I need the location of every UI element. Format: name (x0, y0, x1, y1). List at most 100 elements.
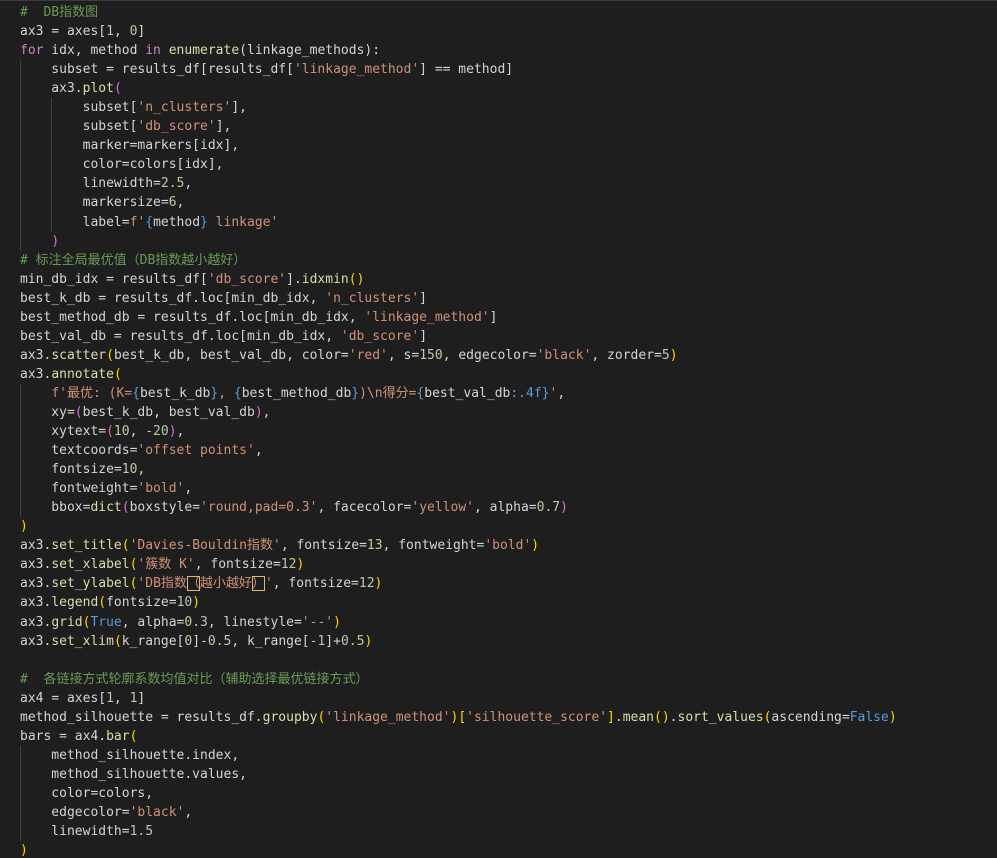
code-token: -1 (309, 633, 326, 649)
code-line[interactable]: # 标注全局最优值（DB指数越小越好） (20, 251, 897, 270)
code-token: ], (231, 100, 247, 116)
code-token: ( (74, 404, 83, 420)
code-token: , fontsize= (194, 557, 281, 573)
code-line[interactable]: ax3.set_ylabel('DB指数（越小越好）', fontsize=12… (20, 574, 897, 593)
code-line[interactable]: bbox=dict(boxstyle='round,pad=0.3', face… (20, 498, 897, 518)
indent-guide (20, 98, 21, 118)
code-line[interactable]: fontweight='bold', (20, 479, 897, 499)
code-line[interactable]: ) (20, 231, 897, 251)
code-token: , (557, 385, 566, 401)
code-line[interactable]: best_val_db = results_df.loc[min_db_idx,… (20, 327, 897, 346)
code-line[interactable]: xy=(best_k_db, best_val_db), (20, 402, 897, 423)
code-token: 'bold' (484, 538, 532, 554)
code-line[interactable]: ax3 = axes[1, 0] (20, 22, 897, 41)
code-line[interactable] (20, 651, 897, 670)
code-line[interactable]: color=colors[idx], (20, 155, 897, 175)
code-token: marker=markers[idx], (20, 138, 240, 154)
code-line[interactable]: method_silhouette.index, (20, 745, 897, 765)
indent-guide (20, 136, 21, 156)
code-line[interactable]: label=f'{method} linkage' (20, 212, 897, 232)
code-token: f' (129, 214, 146, 230)
code-token: ) (374, 576, 383, 592)
code-token: 'bold' (137, 481, 185, 497)
code-line[interactable]: ax3.set_title('Davies-Bouldin指数', fontsi… (20, 536, 897, 555)
code-token: f'最优: (K= (51, 385, 133, 401)
code-token: { (233, 385, 242, 401)
code-token: { (132, 385, 140, 401)
code-token: ascending= (771, 709, 850, 725)
code-token: , fontsize= (280, 538, 367, 554)
code-line[interactable]: subset['n_clusters'], (20, 98, 897, 118)
code-line[interactable]: best_k_db = results_df.loc[min_db_idx, '… (20, 289, 897, 308)
code-line[interactable]: xytext=(10, -20), (20, 422, 897, 442)
code-line[interactable]: best_method_db = results_df.loc[min_db_i… (20, 308, 897, 327)
code-line[interactable]: min_db_idx = results_df['db_score'].idxm… (20, 270, 897, 289)
code-line[interactable]: markersize=6, (20, 193, 897, 213)
code-token: , (262, 404, 271, 420)
code-token: linkage' (207, 214, 279, 230)
code-line[interactable]: linewidth=2.5, (20, 174, 897, 194)
code-line[interactable]: edgecolor='black', (20, 802, 897, 823)
code-token: bar (106, 728, 130, 744)
code-token: ( (129, 728, 138, 744)
code-line[interactable]: bars = ax4.bar( (20, 727, 897, 746)
code-token: (linkage_methods): (239, 43, 381, 59)
code-line[interactable]: subset['db_score'], (20, 117, 897, 137)
code-token: () (348, 271, 365, 287)
code-token: ( (113, 366, 122, 382)
code-area[interactable]: # DB指数图 ax3 = axes[1, 0] for idx, method i… (20, 3, 897, 858)
code-line[interactable]: textcoords='offset points', (20, 441, 897, 461)
code-token: ) (560, 500, 568, 516)
code-token: textcoords= (20, 443, 138, 459)
code-line[interactable]: ax3.legend(fontsize=10) (20, 593, 897, 612)
indent-guide (20, 822, 21, 842)
code-line[interactable]: ax3.plot( (20, 79, 897, 99)
code-token: 越小越好 (199, 576, 252, 592)
code-token: ) (333, 614, 341, 630)
code-token: , fontsize= (272, 576, 359, 592)
indent-guide (20, 212, 21, 232)
indent-guide (51, 212, 53, 232)
code-line[interactable]: # 各链接方式轮廓系数均值对比（辅助选择最优链接方式） (20, 670, 897, 689)
code-line[interactable]: ax3.scatter(best_k_db, best_val_db, colo… (20, 346, 897, 365)
code-token: 'db_score' (207, 271, 287, 287)
indent-guide (20, 231, 21, 251)
code-line[interactable]: ax4 = axes[1, 1] (20, 689, 897, 708)
code-line[interactable]: method_silhouette = results_df.groupby('… (20, 708, 897, 727)
code-line[interactable]: ax3.set_xlabel('簇数 K', fontsize=12) (20, 555, 897, 574)
code-token: , (129, 424, 146, 440)
code-token: ax3. (20, 557, 52, 573)
code-token: best_method_db (241, 385, 352, 401)
code-token: 'black' (129, 804, 185, 820)
code-token: ax3. (20, 633, 52, 649)
code-editor[interactable]: # DB指数图 ax3 = axes[1, 0] for idx, method i… (0, 0, 997, 858)
code-token: bars = ax4. (20, 728, 107, 744)
code-line[interactable]: # DB指数图 (20, 3, 897, 22)
code-line[interactable]: subset = results_df[results_df['linkage_… (20, 60, 897, 80)
code-line[interactable]: f'最优: (K={best_k_db}, {best_method_db})\… (20, 383, 897, 403)
code-line[interactable]: marker=markers[idx], (20, 136, 897, 156)
code-line[interactable]: for idx, method in enumerate(linkage_met… (20, 41, 897, 60)
indent-guide (20, 79, 21, 99)
indent-guide (20, 441, 21, 461)
indent-guide (20, 802, 21, 823)
code-token: ax3. (20, 81, 83, 97)
code-line[interactable]: ax3.grid(True, alpha=0.3, linestyle='--'… (20, 613, 897, 632)
code-line[interactable]: ax3.annotate( (20, 365, 897, 384)
code-line[interactable]: linewidth=1.5 (20, 822, 897, 842)
code-line[interactable]: ) (20, 841, 897, 858)
code-line[interactable]: color=colors, (20, 783, 897, 803)
code-token: 'yellow' (411, 500, 474, 516)
code-token: ） (251, 576, 265, 592)
code-line[interactable]: method_silhouette.values, (20, 764, 897, 784)
code-line[interactable]: ax3.set_xlim(k_range[0]-0.5, k_range[-1]… (20, 632, 897, 651)
code-token: ) (364, 633, 373, 649)
code-token: set_title (51, 538, 122, 554)
indent-guide (20, 764, 21, 784)
indent-guide (20, 402, 21, 423)
code-line[interactable]: ) (20, 517, 897, 536)
indent-guide (20, 117, 21, 137)
code-line[interactable]: fontsize=10, (20, 460, 897, 480)
code-token: legend (51, 595, 99, 611)
